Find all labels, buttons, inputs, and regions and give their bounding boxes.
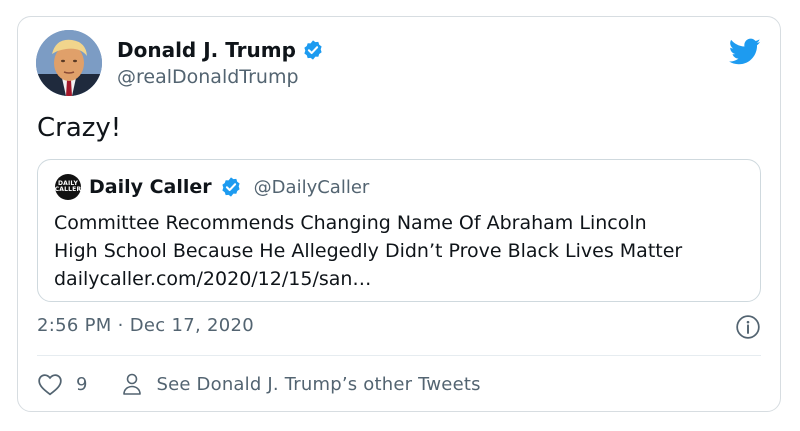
quoted-tweet-body: Committee Recommends Changing Name Of Ab… [54,209,754,293]
verified-badge-icon [222,177,240,197]
tweet-actions: 9 See Donald J. Trump’s other Tweets [37,372,481,396]
daily-caller-logo[interactable]: DAILY CALLER [55,174,81,200]
twitter-bird-icon[interactable] [729,38,761,66]
author-handle[interactable]: @realDonaldTrump [117,66,299,88]
quoted-text-line: Committee Recommends Changing Name Of Ab… [54,212,647,234]
like-count: 9 [76,373,88,395]
author-avatar[interactable] [36,30,102,96]
tweet-text: Crazy! [37,113,122,143]
info-icon[interactable] [735,314,761,340]
person-icon [123,373,142,395]
other-tweets-link[interactable]: See Donald J. Trump’s other Tweets [122,372,481,396]
quoted-tweet[interactable]: DAILY CALLER Daily Caller @DailyCaller C… [37,159,761,302]
quoted-author-name[interactable]: Daily Caller [89,176,212,198]
quoted-link[interactable]: dailycaller.com/2020/12/15/san… [54,265,754,293]
divider [37,355,761,356]
other-tweets-label[interactable]: See Donald J. Trump’s other Tweets [156,374,480,395]
quoted-tweet-header: DAILY CALLER Daily Caller @DailyCaller [55,174,369,200]
verified-badge-icon [304,40,322,60]
logo-text-2: CALLER [54,186,82,193]
quoted-author-handle[interactable]: @DailyCaller [254,177,370,198]
author-name-text[interactable]: Donald J. Trump [117,38,296,62]
like-button[interactable]: 9 [37,372,87,396]
heart-icon [38,374,62,396]
author-name[interactable]: Donald J. Trump [117,38,324,62]
quoted-text-line: High School Because He Allegedly Didn’t … [54,240,683,262]
tweet-timestamp[interactable]: 2:56 PM · Dec 17, 2020 [37,315,254,336]
